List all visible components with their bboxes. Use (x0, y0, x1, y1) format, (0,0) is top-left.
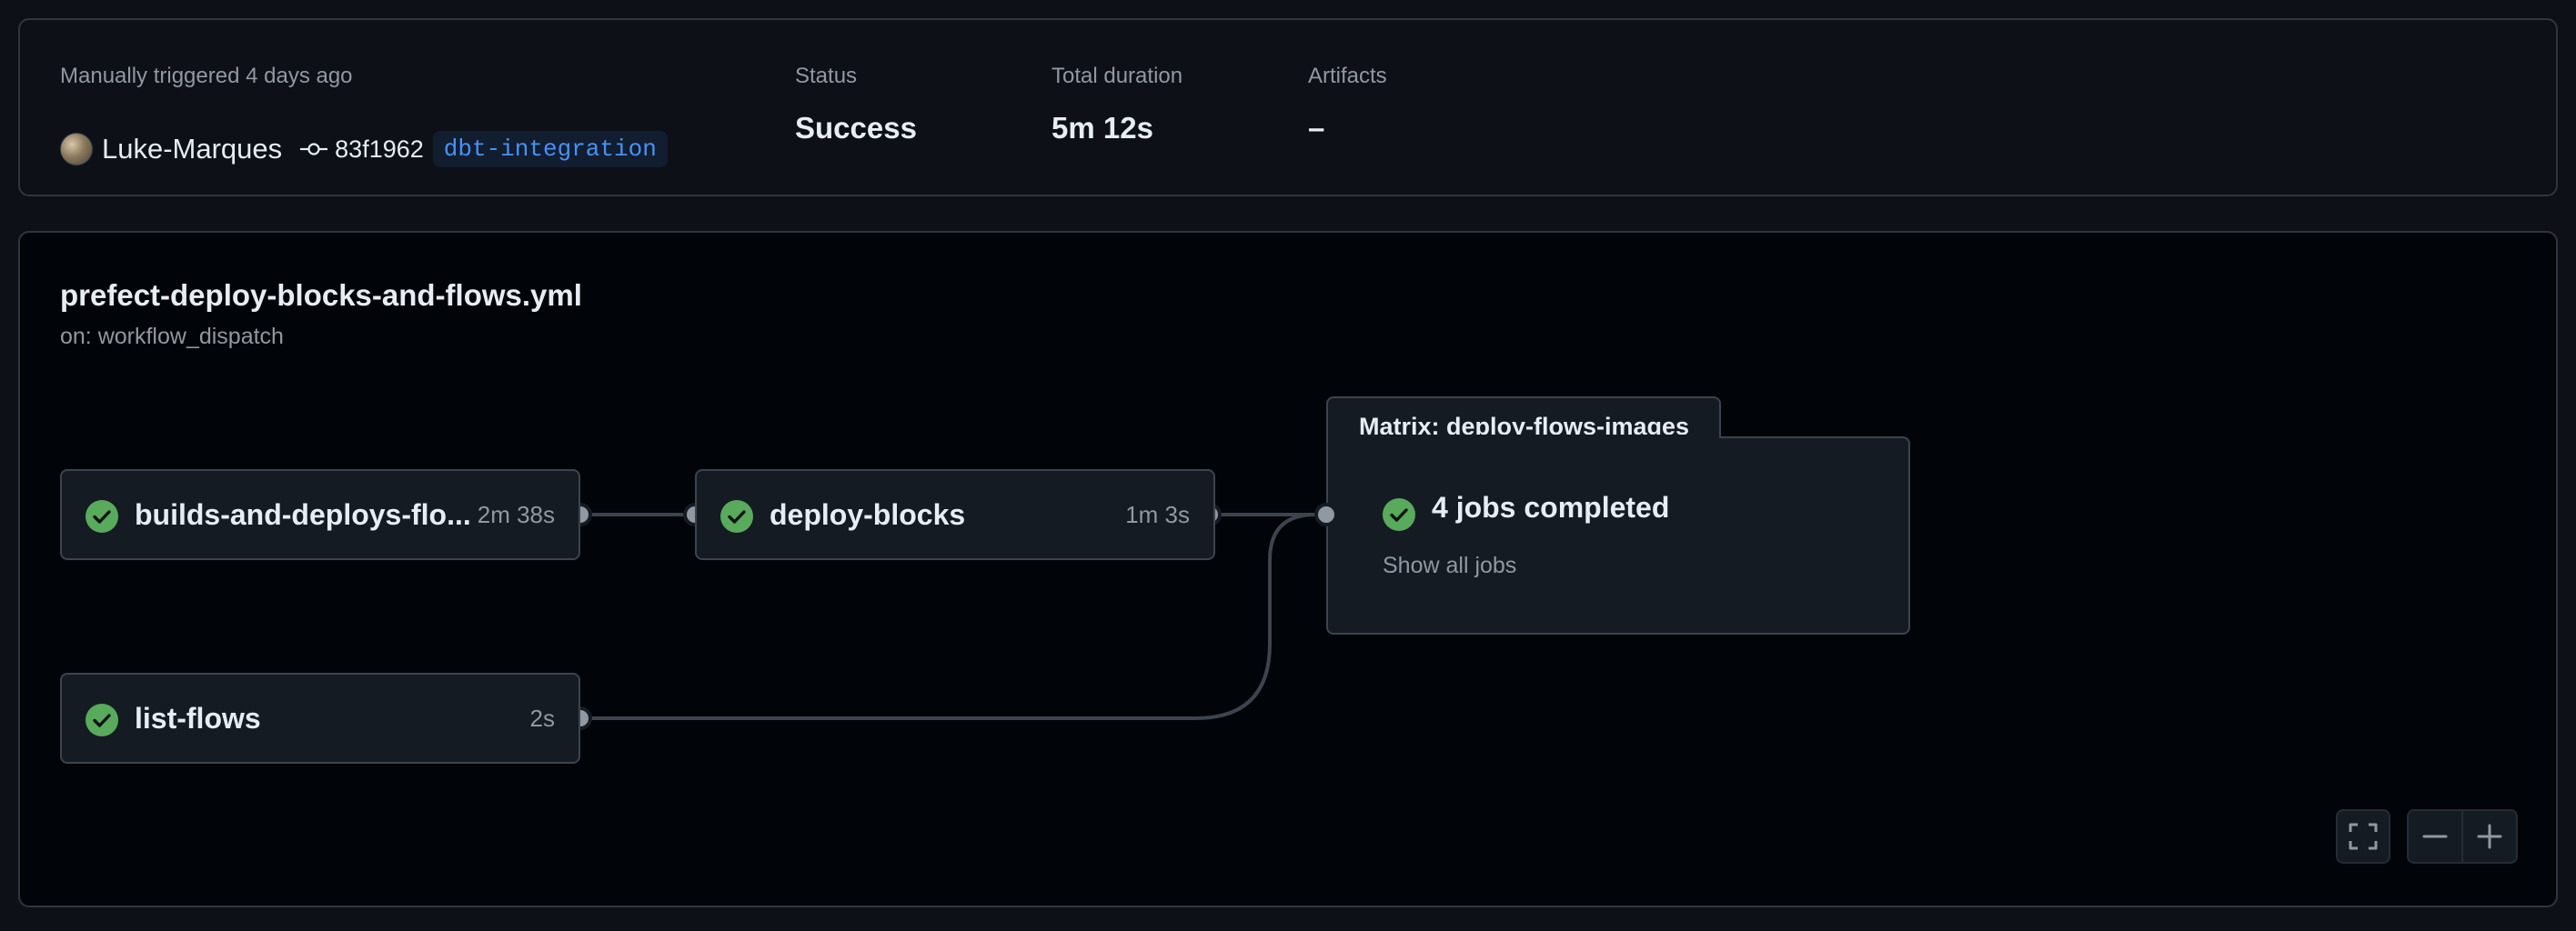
job-duration: 2s (529, 705, 555, 732)
job-deploy-blocks[interactable]: deploy-blocks 1m 3s (695, 469, 1215, 560)
check-circle-icon (86, 704, 118, 736)
matrix-summary: 4 jobs completed (1432, 491, 1670, 524)
workflow-graph[interactable]: prefect-deploy-blocks-and-flows.yml on: … (18, 231, 2558, 907)
status-label: Status (795, 64, 858, 88)
zoom-out-button[interactable] (2407, 809, 2463, 864)
duration-value: 5m 12s (1052, 111, 1153, 145)
port-matrix-in (1314, 503, 1338, 526)
check-circle-icon (1383, 498, 1415, 531)
job-list-flows[interactable]: list-flows 2s (60, 673, 580, 764)
minus-icon (2422, 835, 2448, 838)
matrix-tab-join (1328, 435, 1719, 440)
commit-sha-link[interactable]: 83f1962 (335, 135, 424, 164)
job-duration: 1m 3s (1125, 501, 1190, 528)
run-summary: Manually triggered 4 days ago Luke-Marqu… (18, 18, 2558, 196)
check-circle-icon (86, 500, 118, 533)
plus-icon (2477, 824, 2502, 849)
job-builds-and-deploys[interactable]: builds-and-deploys-flo... 2m 38s (60, 469, 580, 560)
job-name: builds-and-deploys-flo... (135, 498, 471, 531)
trigger-text: Manually triggered 4 days ago (60, 64, 353, 88)
avatar[interactable] (60, 133, 93, 165)
actor-link[interactable]: Luke-Marques (102, 133, 282, 165)
git-commit-icon (300, 140, 328, 158)
zoom-in-button[interactable] (2461, 809, 2518, 864)
artifacts-value: – (1308, 111, 1325, 145)
check-circle-icon (720, 500, 753, 533)
show-all-jobs-link[interactable]: Show all jobs (1383, 553, 1516, 579)
job-name: deploy-blocks (770, 498, 966, 531)
matrix-group[interactable] (1326, 436, 1910, 635)
fullscreen-button[interactable] (2336, 809, 2390, 864)
job-connectors (569, 503, 1326, 730)
duration-label: Total duration (1052, 64, 1183, 88)
job-duration: 2m 38s (477, 501, 555, 528)
job-name: list-flows (135, 702, 261, 735)
trigger-row: Luke-Marques 83f1962 dbt-integration (60, 129, 668, 169)
artifacts-label: Artifacts (1308, 64, 1387, 88)
fullscreen-icon (2349, 823, 2378, 850)
branch-badge[interactable]: dbt-integration (432, 131, 668, 167)
status-value: Success (795, 111, 917, 145)
